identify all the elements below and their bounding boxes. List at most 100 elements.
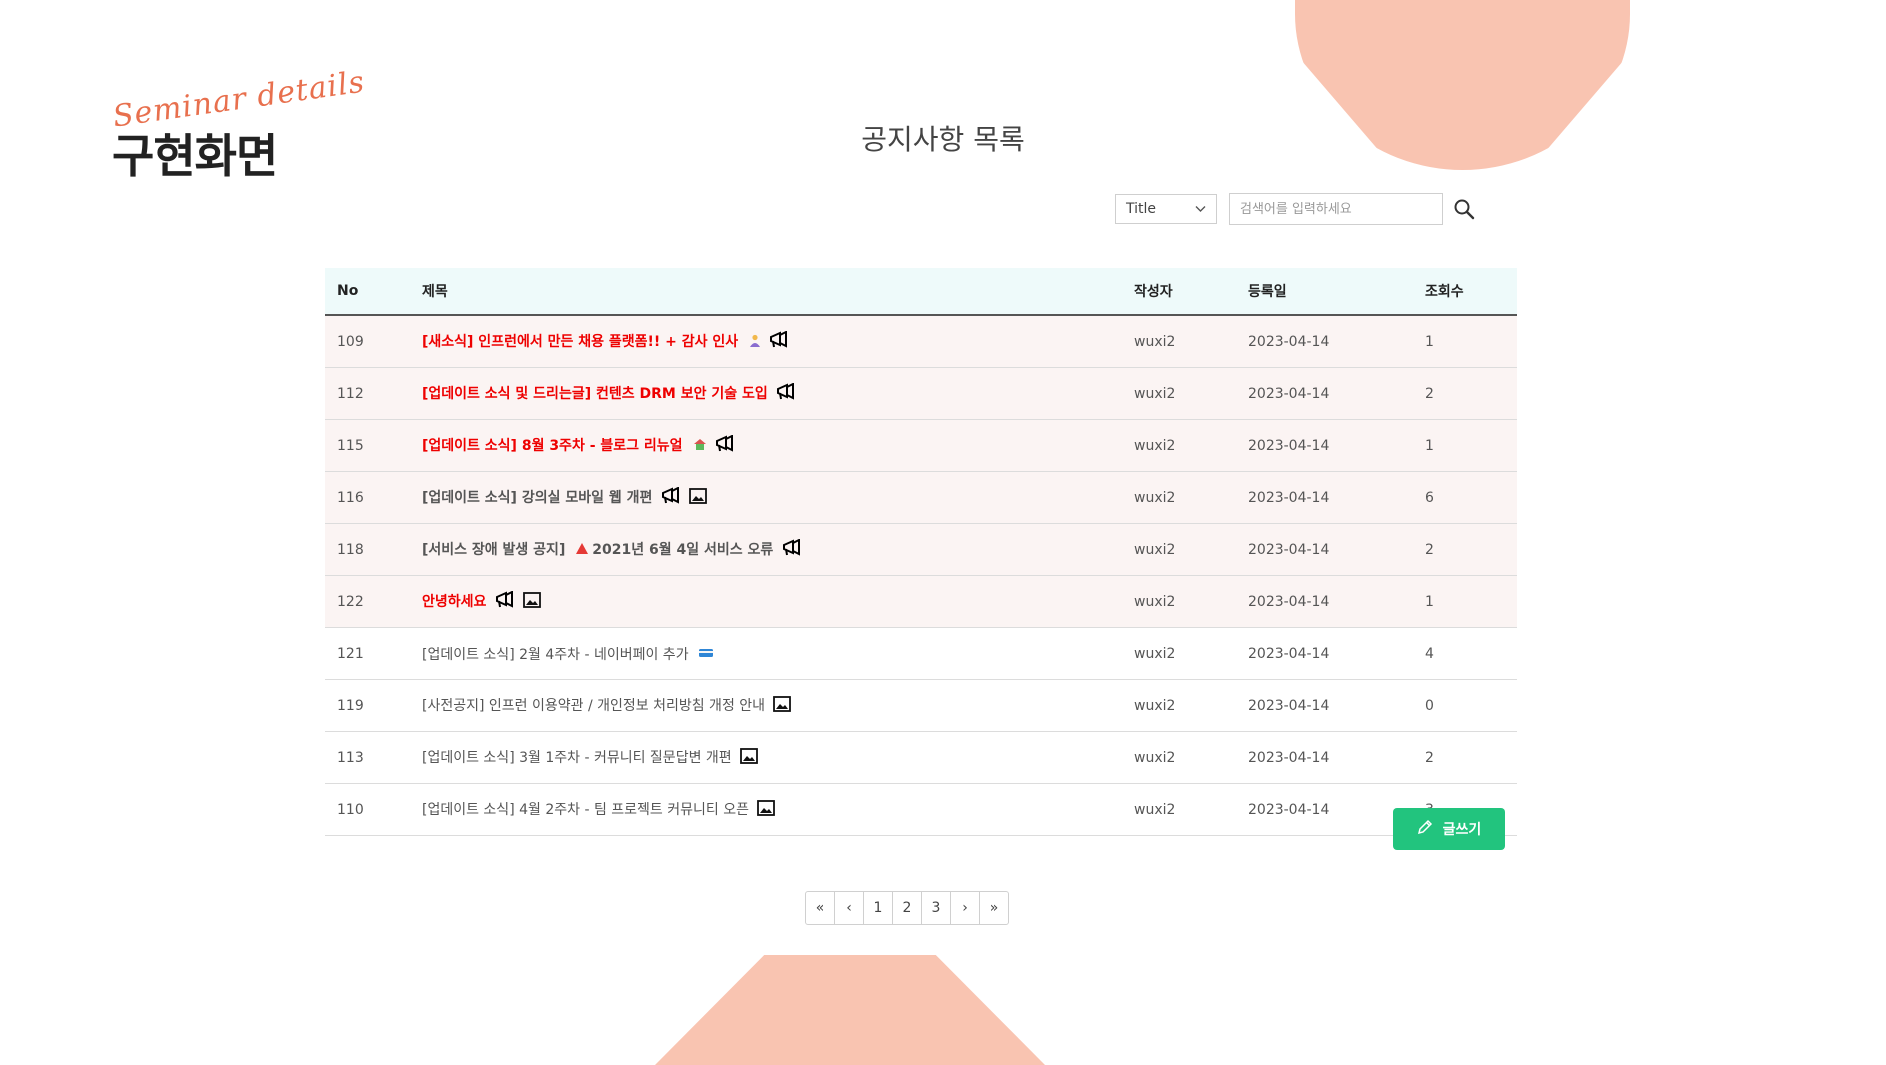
cell-writer: wuxi2 [1134,541,1176,558]
write-post-button[interactable]: 글쓰기 [1393,808,1505,850]
cell-views: 1 [1425,333,1434,350]
search-icon [1454,199,1475,220]
cell-date: 2023-04-14 [1248,437,1330,454]
pagination-page-3[interactable]: 3 [922,892,951,924]
search-button[interactable] [1451,196,1477,222]
table-row[interactable]: 119 [사전공지] 인프런 이용약관 / 개인정보 처리방침 개정 안내 wu… [325,680,1517,732]
table-header-row: No 제목 작성자 등록일 조회수 [325,268,1517,315]
pagination-next-button[interactable]: › [951,892,980,924]
image-attachment-icon [523,591,542,612]
person-emoji-icon [749,334,761,350]
cell-no: 113 [337,749,364,766]
image-attachment-icon [773,696,792,716]
cell-date: 2023-04-14 [1248,385,1330,402]
cell-writer: wuxi2 [1134,645,1176,662]
post-title-link[interactable]: [업데이트 소식] 3월 1주차 - 커뮤니티 질문답변 개편 [422,750,732,766]
header-date: 등록일 [1248,284,1287,300]
cell-no: 119 [337,697,364,714]
table-row[interactable]: 118 [서비스 장애 발생 공지] 2021년 6월 4일 서비스 오류 wu… [325,523,1517,576]
card-emoji-icon [699,648,714,661]
megaphone-icon [769,329,789,353]
cell-no: 121 [337,645,364,662]
write-post-button-label: 글쓰기 [1442,822,1482,838]
megaphone-icon [782,537,802,561]
post-title-link[interactable]: 안녕하세요 [422,594,486,610]
cell-views: 4 [1425,645,1434,662]
cell-no: 122 [337,593,364,610]
table-row[interactable]: 115 [업데이트 소식] 8월 3주차 - 블로그 리뉴얼 wuxi2 202… [325,419,1517,472]
cell-writer: wuxi2 [1134,801,1176,818]
cell-no: 112 [337,385,364,402]
image-attachment-icon [689,487,708,508]
page-title: 공지사항 목록 [861,123,1025,156]
cell-title[interactable]: [서비스 장애 발생 공지] 2021년 6월 4일 서비스 오류 [421,524,1133,576]
cell-date: 2023-04-14 [1248,749,1330,766]
cell-date: 2023-04-14 [1248,333,1330,350]
post-title-link[interactable]: [업데이트 소식 및 드리는글] 컨텐츠 DRM 보안 기술 도입 [422,386,768,402]
table-row[interactable]: 109 [새소식] 인프런에서 만든 채용 플랫폼!! + 감사 인사 wuxi… [325,315,1517,368]
cell-writer: wuxi2 [1134,333,1176,350]
cell-no: 116 [337,489,364,506]
search-field-select[interactable]: Title [1115,194,1217,224]
pagination: « ‹ 1 2 3 › » [805,891,1009,925]
house-emoji-icon [693,438,707,453]
post-title-link[interactable]: [업데이트 소식] 8월 3주차 - 블로그 리뉴얼 [422,438,683,454]
pagination-page-2[interactable]: 2 [893,892,922,924]
cell-views: 2 [1425,749,1434,766]
cell-title[interactable]: [새소식] 인프런에서 만든 채용 플랫폼!! + 감사 인사 [421,315,1133,368]
post-title-link[interactable]: [업데이트 소식] 4월 2주차 - 팀 프로젝트 커뮤니티 오픈 [422,802,749,818]
cell-title[interactable]: [업데이트 소식] 3월 1주차 - 커뮤니티 질문답변 개편 [421,732,1133,784]
cell-views: 1 [1425,437,1434,454]
cell-writer: wuxi2 [1134,437,1176,454]
cell-title[interactable]: [업데이트 소식] 2월 4주차 - 네이버페이 추가 [421,628,1133,680]
cell-date: 2023-04-14 [1248,697,1330,714]
cell-title[interactable]: 안녕하세요 [421,576,1133,628]
cell-date: 2023-04-14 [1248,645,1330,662]
cell-title[interactable]: [업데이트 소식] 4월 2주차 - 팀 프로젝트 커뮤니티 오픈 [421,784,1133,836]
pagination-last-button[interactable]: » [980,892,1008,924]
post-title-link-part2[interactable]: 2021년 6월 4일 서비스 오류 [592,542,773,558]
cell-date: 2023-04-14 [1248,541,1330,558]
post-title-link[interactable]: [새소식] 인프런에서 만든 채용 플랫폼!! + 감사 인사 [422,334,738,350]
post-title-link[interactable]: [업데이트 소식] 2월 4주차 - 네이버페이 추가 [422,647,689,663]
search-input[interactable] [1229,193,1443,225]
cell-views: 1 [1425,593,1434,610]
table-row[interactable]: 112 [업데이트 소식 및 드리는글] 컨텐츠 DRM 보안 기술 도입 wu… [325,367,1517,420]
cell-views: 0 [1425,697,1434,714]
cell-date: 2023-04-14 [1248,489,1330,506]
cell-title[interactable]: [업데이트 소식] 8월 3주차 - 블로그 리뉴얼 [421,420,1133,472]
notice-table: No 제목 작성자 등록일 조회수 109 [새소식] 인프런에서 만든 채용 … [325,268,1517,836]
table-row[interactable]: 116 [업데이트 소식] 강의실 모바일 웹 개편 wuxi2 2023-04… [325,471,1517,524]
cell-writer: wuxi2 [1134,749,1176,766]
cell-title[interactable]: [업데이트 소식 및 드리는글] 컨텐츠 DRM 보안 기술 도입 [421,368,1133,420]
search-field-select-value: Title [1126,201,1157,217]
pagination-prev-button[interactable]: ‹ [835,892,864,924]
cell-no: 109 [337,333,364,350]
megaphone-icon [661,485,681,509]
table-row[interactable]: 110 [업데이트 소식] 4월 2주차 - 팀 프로젝트 커뮤니티 오픈 wu… [325,784,1517,836]
cell-views: 2 [1425,385,1434,402]
table-row[interactable]: 122 안녕하세요 wuxi2 2023-04-14 1 [325,575,1517,628]
image-attachment-icon [740,748,759,768]
post-title-link[interactable]: [사전공지] 인프런 이용약관 / 개인정보 처리방침 개정 안내 [422,698,765,714]
table-row[interactable]: 113 [업데이트 소식] 3월 1주차 - 커뮤니티 질문답변 개편 wuxi… [325,732,1517,784]
pencil-icon [1417,819,1433,839]
image-attachment-icon [757,800,776,820]
cell-views: 2 [1425,541,1434,558]
cell-no: 118 [337,541,364,558]
search-bar: Title [1115,193,1477,225]
post-title-link[interactable]: [업데이트 소식] 강의실 모바일 웹 개편 [422,490,652,506]
cell-no: 115 [337,437,364,454]
header-views: 조회수 [1425,284,1464,300]
cell-writer: wuxi2 [1134,489,1176,506]
megaphone-icon [715,433,735,457]
cell-writer: wuxi2 [1134,593,1176,610]
header-writer: 작성자 [1134,284,1173,300]
cell-title[interactable]: [업데이트 소식] 강의실 모바일 웹 개편 [421,472,1133,524]
table-row[interactable]: 121 [업데이트 소식] 2월 4주차 - 네이버페이 추가 wuxi2 20… [325,628,1517,680]
cell-title[interactable]: [사전공지] 인프런 이용약관 / 개인정보 처리방침 개정 안내 [421,680,1133,732]
pagination-page-1[interactable]: 1 [864,892,893,924]
cell-date: 2023-04-14 [1248,593,1330,610]
pagination-first-button[interactable]: « [806,892,835,924]
post-title-link-part1[interactable]: [서비스 장애 발생 공지] [422,542,565,558]
